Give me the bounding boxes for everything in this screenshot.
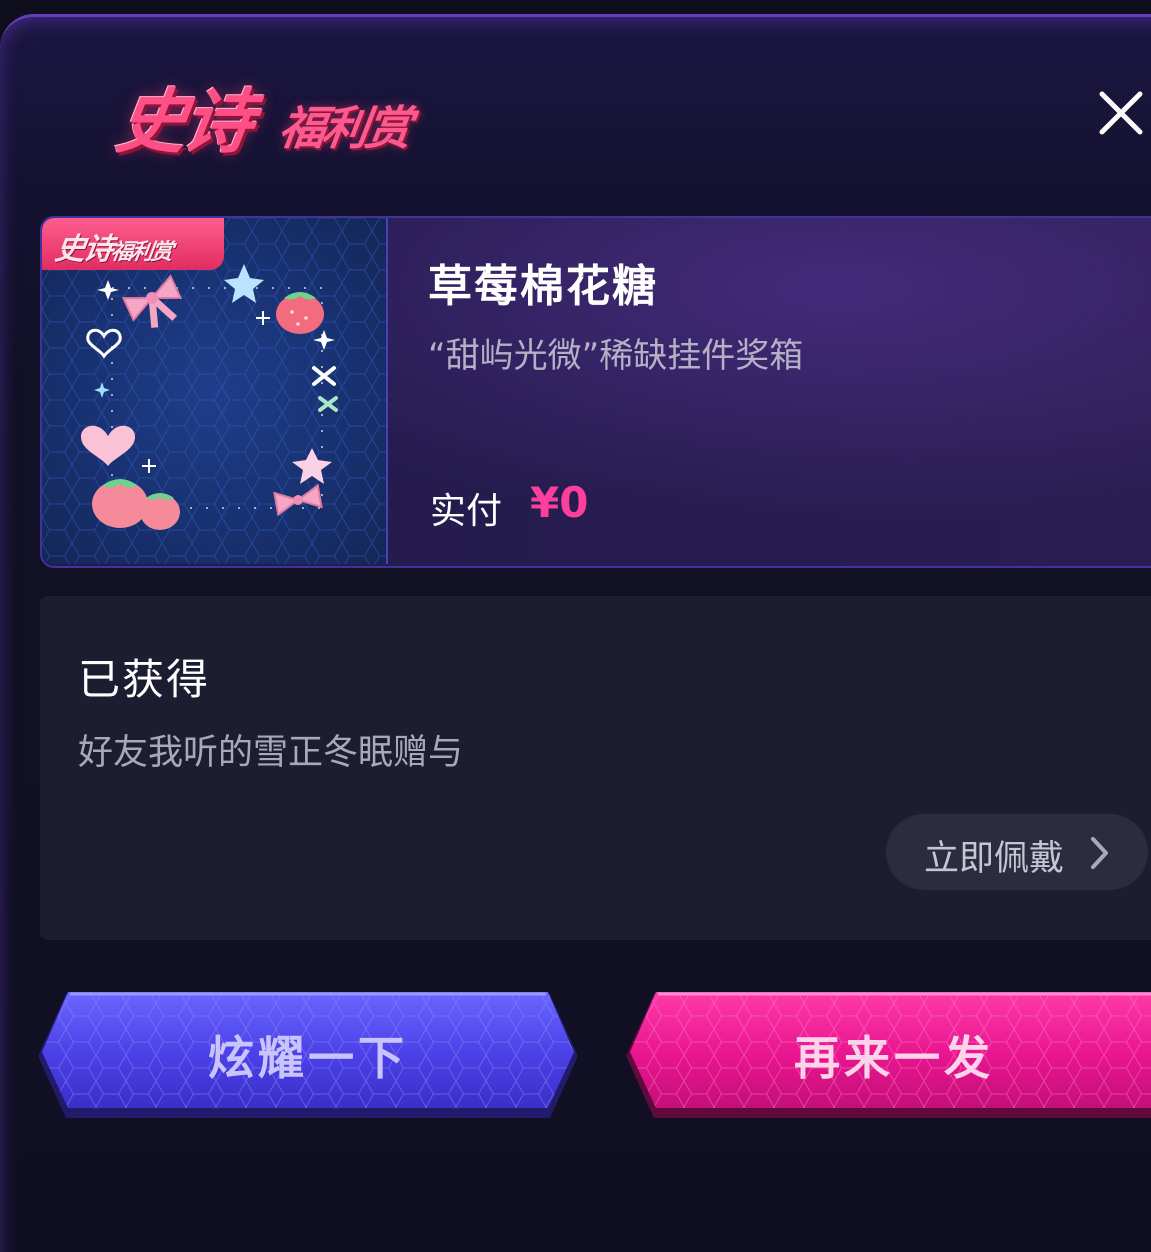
- prize-description: “甜屿光微”稀缺挂件奖箱: [428, 336, 804, 376]
- chevron-right-icon: [1091, 837, 1108, 869]
- epic-welfare-logo: 史诗 福利赏: [111, 66, 448, 166]
- prize-image: 史诗福利赏: [42, 218, 388, 564]
- epic-welfare-result-page: 史诗 福利赏 史诗福利赏 草莓棉花糖 “甜屿光微”稀缺挂件奖箱 实付 ¥0 已获…: [0, 0, 1151, 1252]
- prize-name: 草莓棉花糖: [428, 261, 658, 312]
- draw-again-label: 再来一发: [794, 1031, 994, 1085]
- price-value: ¥0: [530, 478, 589, 527]
- gift-source-text: 好友我听的雪正冬眠赠与: [78, 733, 464, 773]
- close-icon: [1099, 91, 1143, 135]
- wear-now-button[interactable]: 立即佩戴: [886, 814, 1148, 890]
- logo-main-text: 史诗: [111, 81, 255, 163]
- wear-now-label: 立即佩戴: [924, 839, 1065, 879]
- show-off-button[interactable]: 炫耀一下: [36, 990, 580, 1126]
- show-off-label: 炫耀一下: [208, 1031, 408, 1085]
- obtained-title: 已获得: [78, 655, 211, 704]
- epic-welfare-badge: 史诗福利赏: [42, 218, 224, 270]
- badge-main-text: 史诗: [53, 232, 114, 267]
- close-button[interactable]: [1098, 90, 1144, 136]
- logo-sub-text: 福利赏: [275, 101, 413, 155]
- price-label: 实付: [430, 491, 503, 532]
- badge-sub-text: 福利赏: [109, 240, 173, 265]
- draw-again-button[interactable]: 再来一发: [624, 990, 1151, 1126]
